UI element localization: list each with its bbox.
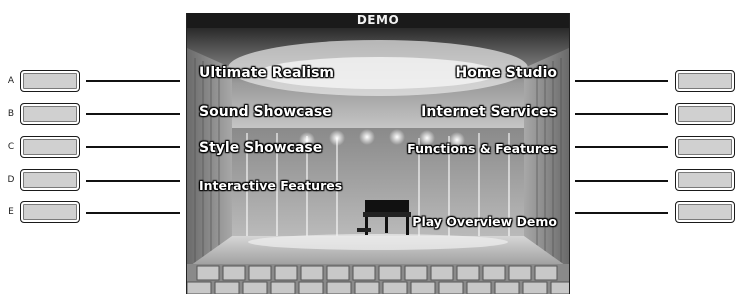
demo-screen: DEMO Ultimate Realism Sound Showcase Sty… — [186, 13, 570, 294]
side-label-d: D — [7, 175, 15, 185]
leader-line-right-5 — [575, 212, 668, 214]
side-button-a[interactable] — [20, 70, 80, 92]
side-label-e: E — [8, 207, 14, 217]
menu-item-interactive-features[interactable]: Interactive Features — [199, 177, 342, 195]
side-button-right-1[interactable] — [675, 70, 735, 92]
menu-item-home-studio[interactable]: Home Studio — [456, 64, 557, 82]
menu-item-internet-services[interactable]: Internet Services — [421, 103, 557, 121]
side-button-right-3[interactable] — [675, 136, 735, 158]
leader-line-right-2 — [575, 113, 668, 115]
side-button-e[interactable] — [20, 201, 80, 223]
leader-line-a — [86, 80, 180, 82]
screen-title: DEMO — [187, 13, 569, 28]
menu-item-functions-features[interactable]: Functions & Features — [407, 140, 557, 158]
leader-line-e — [86, 212, 180, 214]
menu-item-ultimate-realism[interactable]: Ultimate Realism — [199, 64, 334, 82]
menu-item-sound-showcase[interactable]: Sound Showcase — [199, 103, 332, 121]
side-label-a: A — [7, 76, 15, 86]
side-button-b[interactable] — [20, 103, 80, 125]
leader-line-b — [86, 113, 180, 115]
menu-item-play-overview-demo[interactable]: Play Overview Demo — [412, 213, 557, 231]
side-label-c: C — [7, 142, 15, 152]
side-button-d[interactable] — [20, 169, 80, 191]
leader-line-c — [86, 146, 180, 148]
side-button-right-5[interactable] — [675, 201, 735, 223]
side-button-right-2[interactable] — [675, 103, 735, 125]
side-label-b: B — [7, 109, 15, 119]
leader-line-right-3 — [575, 146, 668, 148]
side-button-c[interactable] — [20, 136, 80, 158]
leader-line-right-4 — [575, 180, 668, 182]
side-button-right-4[interactable] — [675, 169, 735, 191]
leader-line-d — [86, 180, 180, 182]
menu-item-style-showcase[interactable]: Style Showcase — [199, 139, 322, 157]
leader-line-right-1 — [575, 80, 668, 82]
